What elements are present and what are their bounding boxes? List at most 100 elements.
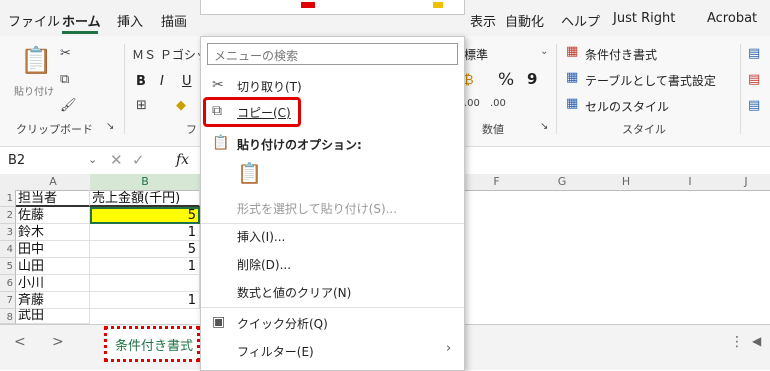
chevron-down-icon[interactable]: ⌄ xyxy=(88,153,97,166)
table-cell[interactable]: 5 xyxy=(90,241,200,258)
table-cell[interactable]: 武田 xyxy=(16,309,90,324)
column-header[interactable]: B xyxy=(90,174,201,191)
menu-item-filter[interactable]: フィルター(E) › xyxy=(201,338,464,364)
divider xyxy=(201,307,464,308)
border-icon[interactable]: ⊞ xyxy=(136,98,147,113)
paste-icon[interactable]: 📋 xyxy=(20,46,52,76)
tab-home[interactable]: ホーム xyxy=(62,11,101,30)
menu-item-cut[interactable]: ✂ 切り取り(T) xyxy=(201,73,464,99)
row-header[interactable]: 2 xyxy=(0,207,16,224)
tab-automate[interactable]: 自動化 xyxy=(505,11,544,30)
table-cell[interactable] xyxy=(90,275,200,292)
table-cell[interactable]: 山田 xyxy=(16,258,90,275)
row-header[interactable]: 8 xyxy=(0,309,16,324)
menu-search-input[interactable]: メニューの検索 xyxy=(207,43,458,65)
prev-sheet-button[interactable]: < xyxy=(14,334,26,350)
tab-file[interactable]: ファイル xyxy=(8,11,60,30)
table-cell[interactable]: 田中 xyxy=(16,241,90,258)
comma-button[interactable]: 9 xyxy=(527,70,537,88)
bold-button[interactable]: B xyxy=(136,74,146,89)
table-cell[interactable]: 担当者 xyxy=(16,190,90,207)
column-header[interactable]: H xyxy=(594,174,659,191)
insert-cells-icon[interactable]: ▤ xyxy=(748,46,760,61)
currency-icon[interactable]: ₿ xyxy=(464,72,474,88)
row-header[interactable]: 3 xyxy=(0,224,16,241)
table-cell[interactable]: 佐藤 xyxy=(16,207,90,224)
mini-toolbar[interactable] xyxy=(200,0,465,15)
column-header[interactable]: I xyxy=(658,174,723,191)
scissors-icon: ✂ xyxy=(212,77,224,93)
cut-icon[interactable]: ✂ xyxy=(60,46,71,61)
italic-button[interactable]: I xyxy=(160,74,164,89)
conditional-format-icon[interactable]: ▦ xyxy=(566,44,578,59)
row-header[interactable]: 6 xyxy=(0,275,16,292)
select-all-corner[interactable] xyxy=(0,174,17,191)
table-cell[interactable]: 売上金額(千円) xyxy=(90,190,200,207)
table-cell[interactable]: 1 xyxy=(90,292,200,309)
cell-styles-button[interactable]: セルのスタイル xyxy=(585,98,669,115)
fill-color-icon[interactable]: ◆ xyxy=(176,98,186,113)
table-cell[interactable]: 小川 xyxy=(16,275,90,292)
tab-view[interactable]: 表示 xyxy=(470,11,496,30)
selected-cell[interactable]: 5 xyxy=(90,207,200,224)
column-header[interactable]: G xyxy=(530,174,595,191)
column-header[interactable]: F xyxy=(463,174,531,191)
divider xyxy=(740,44,741,134)
decrease-decimal-icon[interactable]: .00 xyxy=(490,98,506,109)
format-cells-icon[interactable]: ▤ xyxy=(748,98,760,113)
tab-just-right[interactable]: Just Right xyxy=(613,11,675,26)
cancel-icon[interactable]: ✕ xyxy=(110,151,123,169)
dialog-launcher-icon[interactable]: ↘ xyxy=(106,121,114,132)
number-group-label: 数値 xyxy=(482,123,504,136)
dialog-launcher-icon[interactable]: ↘ xyxy=(540,121,548,132)
increase-decimal-icon[interactable]: .00 xyxy=(464,98,480,109)
number-format-box[interactable]: 標準 xyxy=(464,46,488,63)
tab-acrobat[interactable]: Acrobat xyxy=(707,11,757,26)
tab-insert[interactable]: 挿入 xyxy=(117,11,143,30)
menu-item-delete[interactable]: 削除(D)... xyxy=(201,251,464,277)
next-sheet-button[interactable]: > xyxy=(52,334,64,350)
font-name-box[interactable]: ＭＳ Ｐゴシッ xyxy=(132,46,208,63)
table-cell[interactable]: 斉藤 xyxy=(16,292,90,309)
menu-item-insert[interactable]: 挿入(I)... xyxy=(201,223,464,249)
table-cell[interactable]: 1 xyxy=(90,258,200,275)
format-painter-icon[interactable]: 🖌 xyxy=(60,98,77,113)
paste-option-icon[interactable]: 📋 xyxy=(237,161,262,185)
insert-function-button[interactable]: fx xyxy=(176,152,189,168)
table-cell[interactable]: 鈴木 xyxy=(16,224,90,241)
name-box[interactable]: B2 xyxy=(8,153,25,168)
menu-item-quick-analysis[interactable]: ▣ クイック分析(Q) xyxy=(201,310,464,336)
active-tab-indicator xyxy=(62,31,98,34)
copy-icon[interactable]: ⧉ xyxy=(60,72,69,87)
scroll-left-icon[interactable]: ◀ xyxy=(752,334,761,348)
confirm-icon[interactable]: ✓ xyxy=(132,151,145,169)
menu-item-copy[interactable]: ⧉ コピー(C) xyxy=(201,97,464,127)
tab-help[interactable]: ヘルプ xyxy=(561,11,600,30)
percent-button[interactable]: % xyxy=(498,70,514,90)
chevron-right-icon: › xyxy=(446,341,452,356)
table-format-icon[interactable]: ▦ xyxy=(566,70,578,85)
column-header[interactable]: A xyxy=(16,174,91,191)
menu-item-clear-contents[interactable]: 数式と値のクリア(N) xyxy=(201,279,464,305)
menu-item-paste-special[interactable]: 形式を選択して貼り付け(S)... xyxy=(201,195,464,221)
paste-label[interactable]: 貼り付け xyxy=(14,83,54,98)
cell-style-icon[interactable]: ▦ xyxy=(566,96,578,111)
row-header[interactable]: 5 xyxy=(0,258,16,275)
tab-draw[interactable]: 描画 xyxy=(161,11,187,30)
format-as-table-button[interactable]: テーブルとして書式設定 xyxy=(585,72,716,89)
row-header[interactable]: 4 xyxy=(0,241,16,258)
underline-button[interactable]: U xyxy=(182,74,192,89)
fill-color-icon[interactable] xyxy=(433,2,443,8)
delete-cells-icon[interactable]: ▤ xyxy=(748,72,760,87)
column-header[interactable]: J xyxy=(722,174,770,191)
font-group-label: フ xyxy=(186,123,197,136)
font-color-icon[interactable] xyxy=(301,2,315,8)
more-options-icon[interactable]: ⋮ xyxy=(730,334,744,350)
conditional-format-button[interactable]: 条件付き書式 xyxy=(585,46,657,63)
table-cell[interactable]: 1 xyxy=(90,224,200,241)
row-header[interactable]: 7 xyxy=(0,292,16,309)
chevron-down-icon[interactable]: ⌄ xyxy=(540,46,548,57)
sheet-tab-active[interactable]: 条件付き書式 xyxy=(104,326,200,362)
context-menu: メニューの検索 ✂ 切り取り(T) ⧉ コピー(C) 📋 貼り付けのオプション:… xyxy=(200,36,465,371)
row-header[interactable]: 1 xyxy=(0,190,16,207)
